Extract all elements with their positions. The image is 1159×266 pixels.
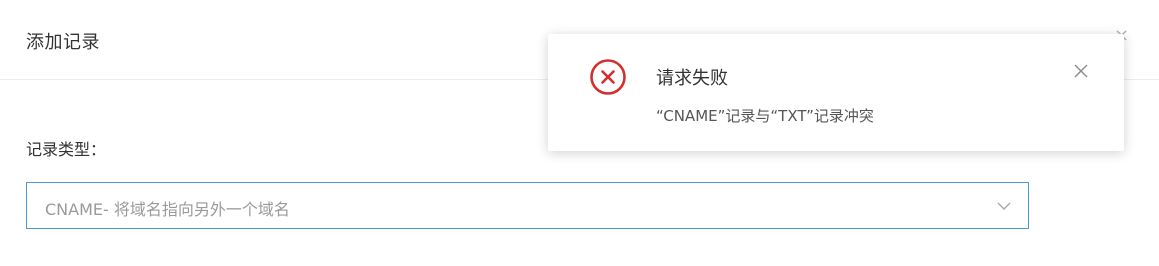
record-type-label: 记录类型：: [26, 140, 107, 159]
error-toast: 请求失败 “CNAME”记录与“TXT”记录冲突: [548, 34, 1124, 151]
toast-title: 请求失败: [656, 68, 728, 89]
toast-close-icon[interactable]: [1072, 62, 1090, 80]
toast-message: “CNAME”记录与“TXT”记录冲突: [656, 107, 874, 125]
chevron-down-icon: [997, 202, 1011, 210]
record-type-selected-value: CNAME- 将域名指向另外一个域名: [45, 200, 290, 219]
error-circle-icon: [590, 59, 626, 95]
dialog-title: 添加记录: [26, 32, 100, 53]
record-type-select[interactable]: CNAME- 将域名指向另外一个域名: [26, 182, 1029, 229]
add-record-dialog: 添加记录 × 记录类型： CNAME- 将域名指向另外一个域名 请求失败 “CN…: [0, 0, 1159, 266]
